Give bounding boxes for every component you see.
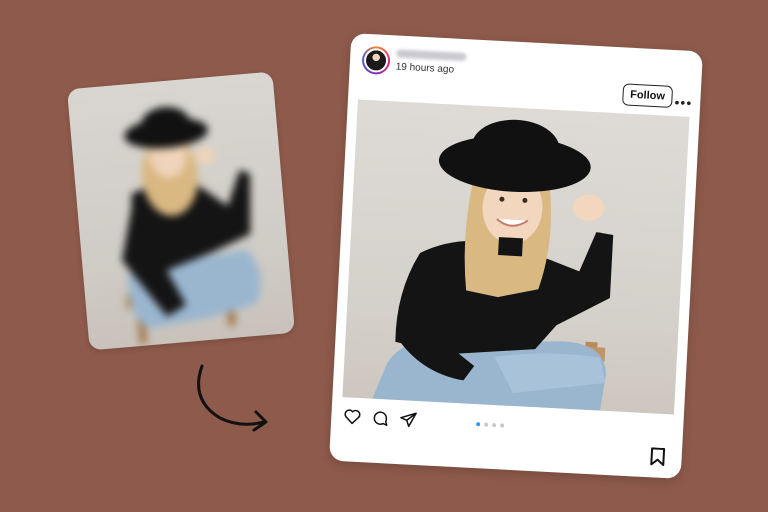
send-icon[interactable] bbox=[399, 410, 418, 429]
comment-icon[interactable] bbox=[371, 409, 390, 428]
bookmark-icon[interactable] bbox=[649, 447, 666, 466]
curved-arrow-icon bbox=[197, 364, 268, 432]
carousel-dot[interactable] bbox=[500, 423, 505, 428]
carousel-dot[interactable] bbox=[484, 422, 489, 427]
heart-icon[interactable] bbox=[343, 407, 362, 426]
carousel-dot[interactable] bbox=[492, 422, 497, 428]
blurred-portrait-image bbox=[67, 72, 295, 351]
carousel-dot-active[interactable] bbox=[476, 422, 481, 427]
avatar[interactable] bbox=[361, 45, 391, 76]
social-post-card: 19 hours ago Follow ••• bbox=[329, 33, 703, 479]
post-action-row bbox=[343, 407, 672, 448]
post-photo bbox=[342, 99, 690, 415]
follow-button[interactable]: Follow bbox=[622, 83, 674, 108]
post-timestamp: 19 hours ago bbox=[395, 61, 455, 76]
avatar-image bbox=[363, 47, 389, 74]
blurred-photo-card bbox=[66, 71, 296, 351]
username-blurred[interactable] bbox=[396, 49, 467, 62]
more-options-icon[interactable]: ••• bbox=[674, 94, 693, 111]
portrait-image bbox=[372, 119, 614, 411]
